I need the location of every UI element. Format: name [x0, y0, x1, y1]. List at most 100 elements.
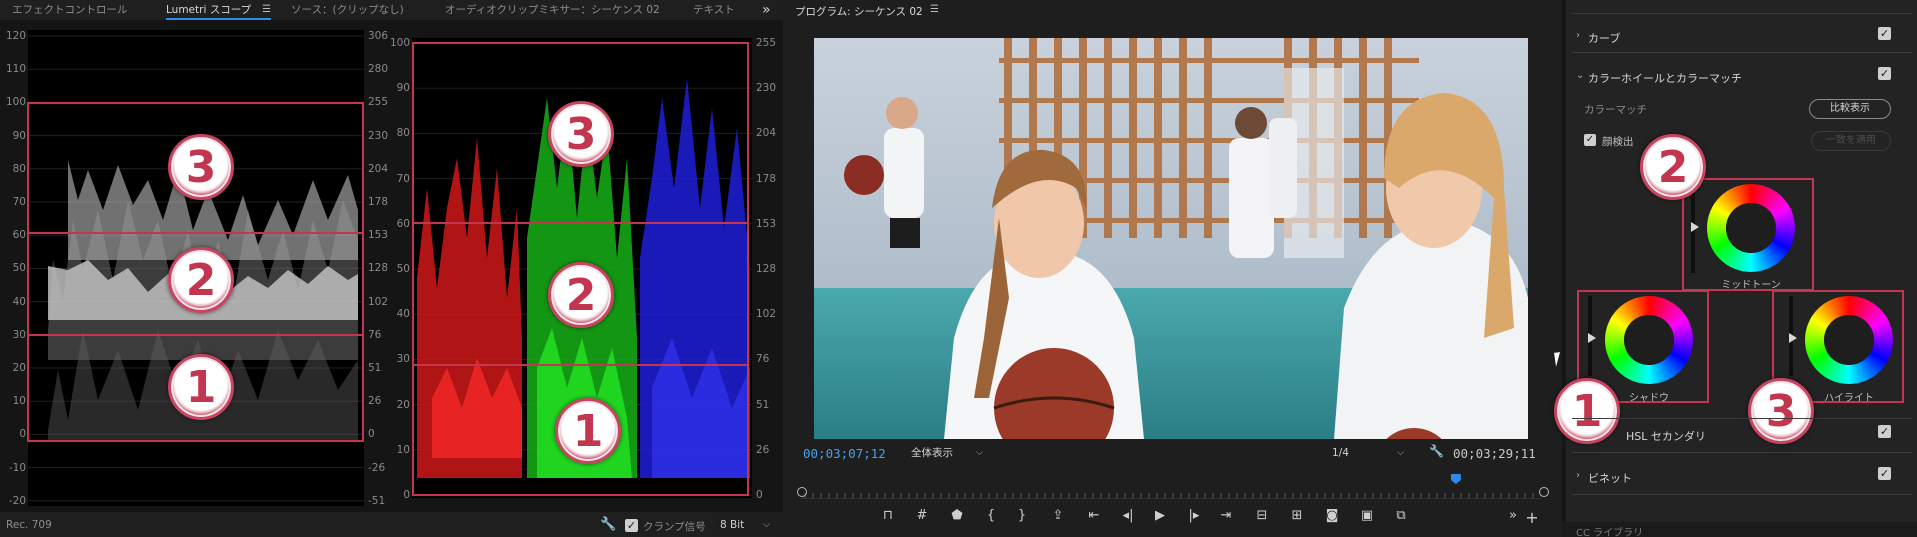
add-marker-ruler-icon[interactable]: ⊓ [877, 508, 899, 523]
highlight-slider-handle[interactable] [1789, 333, 1797, 343]
highlight-label: ハイライト [1824, 393, 1874, 404]
chevron-right-icon[interactable]: › [1576, 30, 1580, 41]
mark-out-icon[interactable]: } [1011, 508, 1033, 523]
chevron-down-icon: ⌵ [976, 448, 983, 458]
vignette-enable-checkbox[interactable]: ✓ [1878, 467, 1891, 480]
program-menu-icon[interactable]: ☰ [930, 4, 939, 15]
tab-text[interactable]: テキスト [693, 0, 735, 20]
play-icon[interactable]: ▶ [1149, 508, 1171, 523]
apply-match-button[interactable]: 一致を適用 [1811, 131, 1891, 151]
bit-depth-dropdown[interactable]: 8 Bit ⌵ [716, 516, 774, 534]
overwrite-icon[interactable]: ⊞ [1286, 508, 1308, 523]
waveform-tick-label: 102 [368, 295, 389, 308]
parade-tick-label: 60 [396, 217, 410, 230]
waveform-tick-label: 20 [12, 362, 26, 374]
time-ruler[interactable] [801, 483, 1541, 499]
waveform-tick-label: 26 [368, 395, 382, 408]
midtone-color-wheel[interactable] [1707, 184, 1795, 272]
curves-enable-checkbox[interactable]: ✓ [1878, 27, 1891, 40]
tab-source[interactable]: ソース：(クリップなし) [291, 0, 404, 20]
tab-audio-clip-mixer[interactable]: オーディオクリップミキサー：シーケンス 02 [445, 0, 660, 20]
section-hsl-secondary[interactable]: HSL セカンダリ [1626, 428, 1706, 444]
chevron-right-icon[interactable]: › [1576, 470, 1580, 481]
program-monitor-title: プログラム: シーケンス 02 [795, 6, 923, 18]
waveform-tick-label: 80 [12, 162, 26, 175]
waveform-tick-label: 255 [368, 96, 389, 109]
parade-tick-label: 20 [396, 398, 410, 411]
hsl-enable-checkbox[interactable]: ✓ [1878, 425, 1891, 438]
annotation-badge-3: 3 [548, 101, 614, 167]
fit-dropdown-value: 全体表示 [911, 447, 953, 459]
annotation-badge-2: 2 [168, 247, 234, 313]
annotation-badge-1: 1 [555, 398, 621, 464]
resolution-dropdown[interactable]: 1/4 ⌵ [1328, 444, 1408, 462]
in-point-handle[interactable] [797, 487, 807, 497]
annotation-badge-1: 1 [168, 354, 234, 420]
wrench-icon[interactable]: 🔧 [600, 517, 616, 532]
parade-tick-label: 26 [756, 443, 770, 456]
panel-menu-icon[interactable]: ☰ [262, 0, 271, 20]
add-button-icon[interactable]: + [1521, 508, 1543, 527]
color-wheels-enable-checkbox[interactable]: ✓ [1878, 67, 1891, 80]
waveform-tick-label: 90 [12, 129, 26, 142]
section-vignette[interactable]: ビネット [1588, 470, 1632, 486]
divider [1572, 52, 1912, 53]
midtone-slider-handle[interactable] [1691, 222, 1699, 232]
tab-lumetri-scopes[interactable]: Lumetri スコープ ☰ [166, 0, 272, 20]
parade-tick-label: 90 [396, 82, 410, 95]
comparison-view-icon[interactable]: ▣ [1356, 508, 1378, 523]
current-timecode[interactable]: 00;03;07;12 [803, 446, 886, 461]
parade-tick-label: 30 [396, 353, 410, 366]
chevron-down-icon[interactable]: ⌄ [1576, 70, 1584, 81]
waveform-tick-label: 0 [368, 428, 375, 441]
waveform-tick-label: 51 [368, 362, 382, 374]
step-forward-icon[interactable]: |▸ [1183, 508, 1205, 523]
parade-tick-label: 80 [396, 127, 410, 140]
highlight-color-wheel[interactable] [1805, 296, 1893, 384]
midtone-slider-track[interactable] [1691, 193, 1695, 273]
divider [1572, 418, 1912, 419]
parade-tick-label: 230 [756, 82, 777, 95]
face-detect-checkbox[interactable]: ✓ [1584, 134, 1596, 146]
go-to-in-icon[interactable]: ⇤ [1083, 508, 1105, 523]
proxy-toggle-icon[interactable]: ⧉ [1390, 508, 1412, 523]
section-color-wheels[interactable]: カラーホイールとカラーマッチ [1588, 70, 1742, 86]
parade-tick-label: 153 [756, 217, 777, 230]
fit-dropdown[interactable]: 全体表示 ⌵ [907, 444, 987, 462]
color-match-label: カラーマッチ [1584, 104, 1647, 116]
waveform-tick-label: 76 [368, 328, 382, 341]
comparison-view-button[interactable]: 比較表示 [1809, 99, 1891, 119]
go-to-out-icon[interactable]: ⇥ [1215, 508, 1237, 523]
parade-tick-label: 102 [756, 308, 777, 321]
tab-overflow-icon[interactable]: » [762, 0, 771, 20]
camera-icon[interactable]: ◙ [1321, 508, 1343, 523]
cc-library-tab[interactable]: CC ライブラリ [1576, 524, 1643, 537]
parade-tick-label: 0 [756, 489, 763, 501]
resolution-dropdown-value: 1/4 [1332, 447, 1349, 459]
parade-tick-label: 204 [756, 127, 777, 140]
tab-lumetri-scopes-label: Lumetri スコープ [166, 4, 252, 16]
parade-tick-label: 50 [396, 263, 410, 275]
program-video-frame[interactable] [814, 38, 1528, 439]
chevron-down-icon: ⌵ [763, 520, 770, 530]
section-curves[interactable]: カーブ [1588, 30, 1620, 46]
settings-wrench-icon[interactable]: 🔧 [1429, 444, 1444, 458]
export-icon[interactable]: ⇪ [1047, 508, 1069, 523]
insert-icon[interactable]: ⊟ [1251, 508, 1273, 523]
lumetri-scopes-panel: エフェクトコントロール Lumetri スコープ ☰ ソース：(クリップなし) … [0, 0, 783, 537]
mark-in-icon[interactable]: { [980, 508, 1002, 523]
waveform-tick-label: 100 [5, 96, 26, 109]
lumetri-color-panel: › カーブ ✓ ⌄ カラーホイールとカラーマッチ ✓ カラーマッチ 比較表示 ✓… [1554, 0, 1917, 537]
face-detect-label: 顔検出 [1602, 136, 1634, 148]
shadow-slider-handle[interactable] [1588, 333, 1596, 343]
grid-icon[interactable]: # [911, 508, 933, 523]
step-back-icon[interactable]: ◂| [1117, 508, 1139, 523]
clamp-signal-label: クランプ信号 [643, 521, 706, 533]
out-point-handle[interactable] [1539, 487, 1549, 497]
clamp-signal-checkbox[interactable]: ✓ [625, 519, 638, 532]
shadow-color-wheel[interactable] [1605, 296, 1693, 384]
parade-tick-label: 0 [403, 489, 410, 501]
parade-tick-label: 70 [396, 172, 410, 185]
marker-icon[interactable]: ⬟ [946, 508, 968, 523]
tab-effect-controls[interactable]: エフェクトコントロール [12, 0, 128, 20]
